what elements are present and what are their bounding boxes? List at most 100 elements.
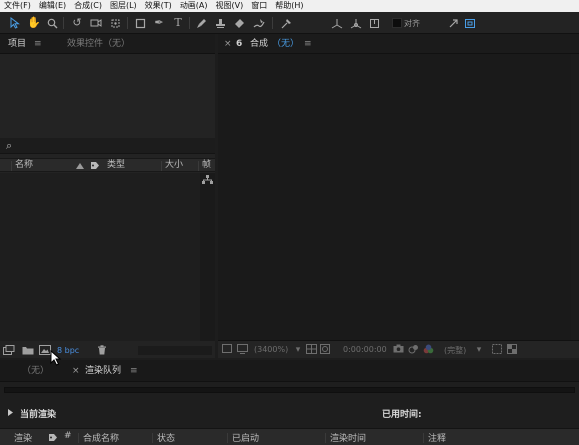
tab-timeline-none[interactable]: （无） — [22, 361, 49, 381]
composition-panel: × 6 合成 （无） ≡ (3400%) ▾ 0:00:00:00 (完整) ▾ — [218, 34, 579, 358]
column-render-time[interactable]: 渲染时间 — [330, 431, 366, 444]
current-time[interactable]: 0:00:00:00 — [343, 345, 387, 354]
rotate-tool-icon[interactable]: ↺ — [70, 16, 84, 30]
always-preview-icon[interactable] — [221, 344, 233, 356]
toolbar-separator — [127, 17, 128, 29]
expand-arrow-icon[interactable] — [446, 16, 460, 30]
sort-up-icon[interactable] — [76, 162, 84, 172]
label-tag-icon[interactable] — [90, 161, 100, 173]
column-comment[interactable]: 注释 — [428, 431, 446, 444]
selection-tool-icon[interactable] — [8, 16, 22, 30]
zoom-tool-icon[interactable] — [45, 16, 59, 30]
comp-viewer-footer: (3400%) ▾ 0:00:00:00 (完整) ▾ — [218, 340, 579, 358]
current-render-label: 当前渲染 — [20, 410, 57, 420]
comp-close-icon[interactable]: × — [224, 34, 232, 54]
pan-behind-tool-icon[interactable] — [108, 16, 122, 30]
snap-label: 对齐 — [404, 19, 420, 28]
monitor-icon[interactable] — [236, 344, 248, 356]
comp-tab-menu-icon[interactable]: ≡ — [304, 34, 312, 54]
column-status[interactable]: 状态 — [157, 431, 175, 444]
render-queue-tabs: （无） × 渲染队列 ≡ — [0, 360, 579, 382]
new-folder-icon[interactable] — [22, 345, 34, 358]
roto-brush-tool-icon[interactable] — [252, 16, 266, 30]
comp-scrollbar[interactable] — [571, 54, 579, 340]
project-search[interactable]: ⌕ — [0, 138, 215, 154]
label-tag-icon[interactable] — [48, 433, 58, 445]
expand-triangle-icon[interactable] — [8, 409, 13, 419]
clone-stamp-tool-icon[interactable] — [213, 16, 227, 30]
region-of-interest-icon[interactable] — [491, 344, 503, 356]
project-footer-scroll[interactable] — [138, 346, 212, 355]
menu-bar: 文件(F) 编辑(E) 合成(C) 图层(L) 效果(T) 动画(A) 视图(V… — [0, 0, 579, 12]
menu-layer[interactable]: 图层(L) — [106, 0, 141, 12]
tab-render-queue[interactable]: 渲染队列 — [85, 361, 121, 381]
search-icon[interactable]: ⌕ — [6, 139, 12, 153]
trash-icon[interactable] — [97, 345, 107, 358]
column-comp-name[interactable]: 合成名称 — [83, 431, 119, 444]
project-list-scrollbar[interactable] — [200, 173, 215, 341]
camera-tool-icon[interactable] — [89, 16, 103, 30]
local-axis-icon[interactable] — [330, 16, 344, 30]
transparency-grid-icon[interactable] — [506, 344, 518, 356]
toolbar-separator — [63, 17, 64, 29]
column-divider — [161, 161, 162, 171]
column-frame[interactable]: 帧 — [202, 159, 211, 172]
column-divider — [198, 161, 199, 171]
menu-file[interactable]: 文件(F) — [0, 0, 35, 12]
puppet-pin-tool-icon[interactable] — [279, 16, 293, 30]
menu-edit[interactable]: 编辑(E) — [35, 0, 70, 12]
column-divider — [11, 161, 12, 171]
magnification-ratio[interactable]: (3400%) — [254, 345, 288, 354]
rectangle-tool-icon[interactable] — [133, 16, 147, 30]
workspace-icon[interactable] — [463, 16, 477, 30]
mask-visibility-icon[interactable] — [319, 344, 331, 356]
resolution-dropdown[interactable]: (完整) — [444, 345, 466, 356]
show-snapshot-icon[interactable] — [407, 344, 419, 356]
type-tool-icon[interactable]: T — [171, 16, 185, 30]
pen-tool-icon[interactable]: ✒ — [152, 16, 166, 30]
dropdown-chevron-icon[interactable]: ▾ — [473, 344, 485, 356]
safe-zones-icon[interactable] — [305, 344, 317, 356]
render-tab-menu-icon[interactable]: ≡ — [130, 361, 138, 381]
menu-window[interactable]: 窗口 — [247, 0, 271, 12]
menu-effect[interactable]: 效果(T) — [141, 0, 176, 12]
tab-effect-controls[interactable]: 效果控件（无） — [67, 34, 130, 54]
menu-composition[interactable]: 合成(C) — [70, 0, 106, 12]
elapsed-time-label: 已用时间: — [382, 410, 422, 420]
world-axis-icon[interactable] — [349, 16, 363, 30]
menu-view[interactable]: 视图(V) — [212, 0, 248, 12]
menu-help[interactable]: 帮助(H) — [271, 0, 307, 12]
hand-tool-icon[interactable]: ✋ — [27, 16, 41, 30]
interpret-footage-icon[interactable] — [3, 345, 15, 358]
tab-composition[interactable]: 合成 — [250, 34, 268, 54]
column-type[interactable]: 类型 — [107, 159, 125, 172]
view-axis-icon[interactable] — [367, 16, 381, 30]
project-list[interactable] — [0, 173, 200, 341]
render-tab-close-icon[interactable]: × — [72, 361, 80, 381]
snap-checkbox[interactable] — [392, 18, 402, 28]
current-render-row: 当前渲染 已用时间: — [0, 406, 579, 420]
dropdown-chevron-icon[interactable]: ▾ — [292, 344, 304, 356]
column-name[interactable]: 名称 — [15, 159, 33, 172]
column-divider — [227, 433, 228, 443]
column-started[interactable]: 已启动 — [232, 431, 259, 444]
eraser-tool-icon[interactable] — [232, 16, 246, 30]
column-divider — [423, 433, 424, 443]
tab-project[interactable]: 项目 — [8, 34, 26, 54]
project-panel: 项目 ≡ 效果控件（无） ⌕ 名称 类型 大小 帧 8 bpc — [0, 34, 215, 358]
flowchart-icon[interactable] — [202, 175, 213, 188]
project-footer: 8 bpc — [0, 342, 215, 358]
snapshot-camera-icon[interactable] — [392, 344, 404, 356]
project-panel-tabs: 项目 ≡ 效果控件（无） — [0, 34, 215, 54]
color-channels-icon[interactable] — [422, 344, 434, 356]
brush-tool-icon[interactable] — [194, 16, 208, 30]
tools-toolbar: ✋ ↺ ✒ T 对齐 — [0, 12, 579, 34]
project-tab-menu-icon[interactable]: ≡ — [34, 34, 42, 54]
menu-animation[interactable]: 动画(A) — [176, 0, 212, 12]
project-column-header: 名称 类型 大小 帧 — [0, 158, 215, 172]
mouse-cursor-icon — [50, 349, 62, 369]
column-render[interactable]: 渲染 — [14, 431, 32, 444]
column-size[interactable]: 大小 — [165, 159, 183, 172]
comp-lock-icon[interactable]: 6 — [236, 34, 242, 54]
column-number[interactable]: # — [64, 431, 72, 441]
